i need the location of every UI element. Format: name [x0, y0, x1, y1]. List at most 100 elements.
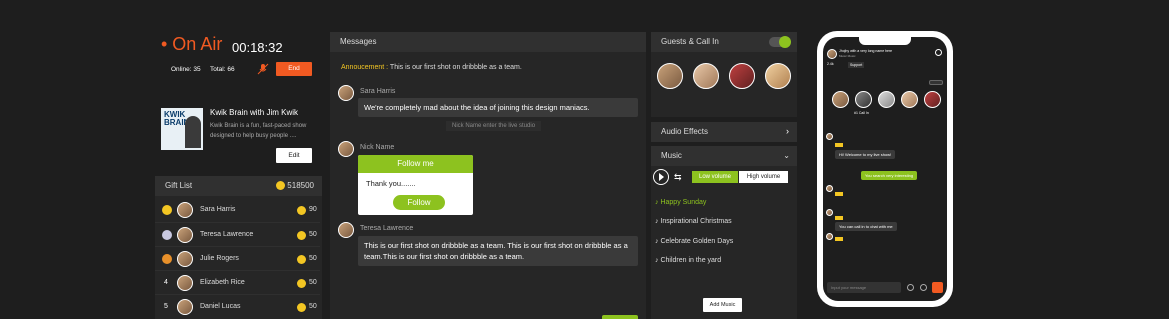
end-button[interactable]: End	[276, 62, 312, 76]
gift-list-panel: Gift List 518500 Sara Harris 90 Teresa L…	[155, 176, 322, 319]
music-track[interactable]: ♪ Children in the yard	[655, 257, 721, 264]
phone-header-title: Jhojhy with a very long name here	[839, 49, 893, 53]
phone-badge	[835, 216, 843, 220]
gift-row[interactable]: 5 Daniel Lucas 50	[155, 294, 320, 318]
avatar	[177, 202, 193, 218]
avatar[interactable]	[338, 222, 354, 238]
bronze-medal-icon	[162, 254, 172, 264]
avatar	[177, 299, 193, 315]
gift-name: Julie Rogers	[200, 255, 239, 262]
phone-guest-avatar[interactable]	[878, 91, 895, 108]
phone-frame: Jhojhy with a very long name here Music …	[817, 31, 953, 307]
avatar[interactable]	[338, 85, 354, 101]
avatar	[827, 49, 837, 59]
message-author: Sara Harris	[360, 88, 396, 95]
cover-text: KWIK BRAIN	[164, 110, 190, 127]
follow-button[interactable]: Follow	[393, 195, 445, 210]
avatar	[177, 275, 193, 291]
play-icon[interactable]	[653, 169, 669, 185]
gift-name: Teresa Lawrence	[200, 231, 254, 238]
gift-list-title: Gift List	[165, 181, 193, 190]
message-bubble: We're completely mad about the idea of j…	[358, 98, 638, 117]
phone-guest-avatar[interactable]	[924, 91, 941, 108]
avatar	[177, 251, 193, 267]
announcement-text: This is our first shot on dribbble as a …	[389, 64, 522, 71]
gift-value: 50	[309, 255, 317, 262]
phone-message-input[interactable]: Input your message	[827, 282, 901, 293]
music-title: Music	[661, 151, 682, 160]
messages-header: Messages	[330, 32, 646, 52]
phone-share-icon[interactable]	[920, 284, 927, 291]
phone-power-icon[interactable]	[935, 49, 942, 56]
avatar	[826, 209, 833, 216]
phone-tag-likes: 2.4k	[827, 62, 834, 66]
add-music-button[interactable]: Add Music	[703, 298, 742, 312]
music-track[interactable]: ♪ Happy Sunday	[655, 199, 706, 206]
coin-icon	[297, 231, 306, 240]
gold-medal-icon	[162, 205, 172, 215]
phone-call-icon[interactable]	[907, 284, 914, 291]
phone-screen: Jhojhy with a very long name here Music …	[823, 37, 947, 301]
gift-rank: 4	[164, 279, 168, 286]
low-volume-button[interactable]: Low volume	[692, 171, 738, 183]
phone-exit-button[interactable]	[929, 80, 943, 85]
input-indicator	[602, 315, 638, 319]
track-name: Children in the yard	[660, 257, 722, 264]
gift-name: Sara Harris	[200, 206, 236, 213]
gift-rank: 5	[164, 303, 168, 310]
show-description: Kwik Brain is a fun, fast-paced show des…	[210, 123, 307, 139]
silver-medal-icon	[162, 230, 172, 240]
system-message: Nick Name enter the live studio	[446, 121, 542, 131]
message-author: Nick Name	[360, 144, 395, 151]
high-volume-button[interactable]: High volume	[739, 171, 788, 183]
edit-button[interactable]: Edit	[276, 148, 312, 163]
onair-label: • On Air	[161, 34, 223, 54]
phone-guest-avatar[interactable]	[832, 91, 849, 108]
repeat-icon[interactable]: ⇆	[674, 172, 682, 183]
gift-row[interactable]: Julie Rogers 50	[155, 246, 320, 270]
track-name: Inspirational Christmas	[660, 218, 732, 225]
coin-icon	[297, 206, 306, 215]
avatar	[177, 227, 193, 243]
follow-card: Follow me Thank you....... Follow	[358, 155, 473, 215]
gift-row[interactable]: 4 Elizabeth Rice 50	[155, 270, 320, 294]
phone-notch	[859, 37, 911, 45]
music-track[interactable]: ♪ Inspirational Christmas	[655, 218, 732, 225]
phone-chat-bubble: You can call in to chat with me	[835, 222, 897, 231]
avatar[interactable]	[338, 141, 354, 157]
show-cover: KWIK BRAIN	[161, 108, 203, 150]
message-author: Teresa Lawrence	[360, 225, 414, 232]
music-track[interactable]: ♪ Celebrate Golden Days	[655, 238, 733, 245]
guests-title: Guests & Call In	[661, 37, 719, 46]
coin-icon	[297, 279, 306, 288]
gift-row[interactable]: Teresa Lawrence 50	[155, 222, 320, 246]
phone-guest-avatar[interactable]	[855, 91, 872, 108]
phone-guest-avatar[interactable]	[901, 91, 918, 108]
phone-tag-support: Support	[848, 62, 865, 68]
announcement: Annoucement : This is our first shot on …	[341, 64, 522, 71]
gift-value: 90	[309, 206, 317, 213]
follow-card-header: Follow me	[358, 155, 473, 173]
guest-avatar[interactable]	[765, 63, 791, 89]
gift-value: 50	[309, 303, 317, 310]
phone-badge	[835, 237, 843, 241]
gift-name: Elizabeth Rice	[200, 279, 245, 286]
gift-row[interactable]: Sara Harris 90	[155, 198, 320, 222]
phone-header-sub: Music Music	[839, 54, 856, 58]
guest-avatar[interactable]	[693, 63, 719, 89]
guest-avatar[interactable]	[657, 63, 683, 89]
phone-chat-bubble-self: You search very interesting	[861, 171, 918, 180]
follow-card-text: Thank you.......	[366, 179, 416, 188]
phone-gift-icon[interactable]	[932, 282, 943, 293]
chevron-down-icon[interactable]: ⌄	[783, 146, 790, 166]
audio-effects-row[interactable]: Audio Effects ›	[651, 122, 797, 142]
total-count: Total: 66	[210, 66, 235, 73]
guest-avatar[interactable]	[729, 63, 755, 89]
chevron-right-icon: ›	[786, 126, 789, 136]
track-name: Happy Sunday	[660, 199, 707, 206]
gift-value: 50	[309, 231, 317, 238]
audio-effects-title: Audio Effects	[651, 122, 797, 142]
phone-badge	[835, 143, 843, 147]
mic-off-icon[interactable]	[257, 62, 269, 75]
guests-toggle[interactable]	[769, 36, 791, 48]
